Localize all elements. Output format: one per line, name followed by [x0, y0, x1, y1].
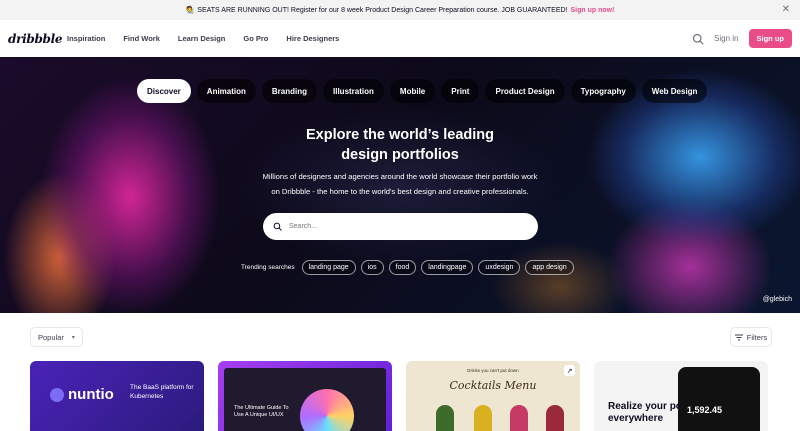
sort-dropdown-label: Popular [38, 332, 64, 342]
trending-tag-uxdesign[interactable]: uxdesign [478, 260, 521, 275]
hero-artist-credit[interactable]: @glebich [763, 296, 792, 303]
shot-amount: 1,592.45 [687, 405, 723, 415]
category-pill-typography[interactable]: Typography [570, 79, 636, 103]
hero-section: Discover Animation Branding Illustration… [0, 57, 800, 313]
nav-link-go-pro[interactable]: Go Pro [234, 34, 277, 43]
trending-tag-app-design[interactable]: app design [525, 260, 574, 275]
announcement-text: SEATS ARE RUNNING OUT! Register for our … [197, 6, 568, 14]
search-icon [273, 222, 282, 231]
trending-label: Trending searches [241, 264, 295, 271]
close-icon[interactable]: ✕ [782, 4, 790, 15]
sign-up-button[interactable]: Sign up [748, 29, 792, 48]
shot-card[interactable]: nuntio The BaaS platform for Kubernetes [30, 361, 204, 431]
shot-card[interactable]: The Ultimate Guide To Use A Unique UI/UX [218, 361, 392, 431]
filters-button[interactable]: Filters [730, 327, 772, 347]
category-pill-mobile[interactable]: Mobile [389, 79, 436, 103]
category-pill-discover[interactable]: Discover [137, 79, 191, 103]
nav-link-learn-design[interactable]: Learn Design [169, 34, 235, 43]
shot-brand: nuntio [50, 386, 114, 403]
category-pill-branding[interactable]: Branding [261, 79, 318, 103]
external-link-icon[interactable]: ↗ [564, 365, 575, 376]
filters-label: Filters [746, 332, 768, 342]
nuntio-logo-icon [50, 387, 64, 402]
filter-bar: Popular ▾ Filters [30, 327, 772, 347]
nav-right: Sign in Sign up [692, 29, 792, 48]
dribbble-logo[interactable]: dribbble [8, 32, 63, 46]
category-pills: Discover Animation Branding Illustration… [137, 79, 708, 103]
cocktail-glass-image [510, 405, 528, 431]
shot-brand-name: nuntio [68, 386, 114, 403]
cocktail-glass-image [546, 405, 564, 431]
shot-subtitle: Drinks you can't put down [467, 368, 519, 373]
nav-links: Inspiration Find Work Learn Design Go Pr… [58, 34, 348, 43]
category-pill-product-design[interactable]: Product Design [485, 79, 565, 103]
nav-link-inspiration[interactable]: Inspiration [58, 34, 114, 43]
announcement-emoji: 🧑‍🎨 [185, 7, 195, 14]
search-icon[interactable] [692, 33, 704, 45]
shot-tagline: The BaaS platform for Kubernetes [130, 384, 194, 400]
top-nav: dribbble Inspiration Find Work Learn Des… [0, 20, 800, 57]
announcement-bar: 🧑‍🎨 SEATS ARE RUNNING OUT! Register for … [0, 0, 800, 20]
category-pill-illustration[interactable]: Illustration [323, 79, 384, 103]
shot-card[interactable]: Drinks you can't put down Cocktails Menu… [406, 361, 580, 431]
shots-grid: nuntio The BaaS platform for Kubernetes … [30, 361, 768, 431]
shot-guide-text: The Ultimate Guide To Use A Unique UI/UX [234, 405, 289, 418]
filters-icon [734, 334, 743, 340]
announcement-signup-link[interactable]: Sign up now! [571, 7, 615, 14]
nav-link-hire-designers[interactable]: Hire Designers [277, 34, 348, 43]
category-pill-animation[interactable]: Animation [196, 79, 256, 103]
sort-dropdown[interactable]: Popular ▾ [30, 327, 83, 347]
trending-tag-ios[interactable]: ios [360, 260, 384, 275]
nav-link-find-work[interactable]: Find Work [114, 34, 169, 43]
shot-card[interactable]: Realize your potential everywhere 1,592.… [594, 361, 768, 431]
hero-title: Explore the world’s leading design portf… [0, 125, 800, 165]
shot-title: Cocktails Menu [449, 379, 537, 392]
cocktail-glass-image [436, 405, 454, 431]
category-pill-web-design[interactable]: Web Design [641, 79, 708, 103]
trending-tag-landing-page[interactable]: landing page [301, 260, 356, 275]
hero-title-line-1: Explore the world’s leading [306, 127, 494, 143]
hero-title-line-2: design portfolios [341, 147, 459, 163]
trending-tag-food[interactable]: food [388, 260, 417, 275]
cocktail-glass-image [474, 405, 492, 431]
chevron-down-icon: ▾ [71, 334, 75, 341]
hero-subtitle: Millions of designers and agencies aroun… [0, 169, 800, 199]
sign-in-link[interactable]: Sign in [714, 34, 738, 43]
trending-searches: Trending searches landing page ios food … [241, 260, 574, 275]
search-input[interactable] [289, 223, 519, 230]
hero-subtitle-line-1: Millions of designers and agencies aroun… [262, 172, 538, 181]
category-pill-print[interactable]: Print [441, 79, 480, 103]
hero-search-bar[interactable] [263, 213, 538, 240]
shot-phone-mockup [678, 367, 760, 431]
trending-tag-landingpage[interactable]: landingpage [421, 260, 474, 275]
hero-subtitle-line-2: on Dribbble - the home to the world's be… [271, 187, 529, 196]
